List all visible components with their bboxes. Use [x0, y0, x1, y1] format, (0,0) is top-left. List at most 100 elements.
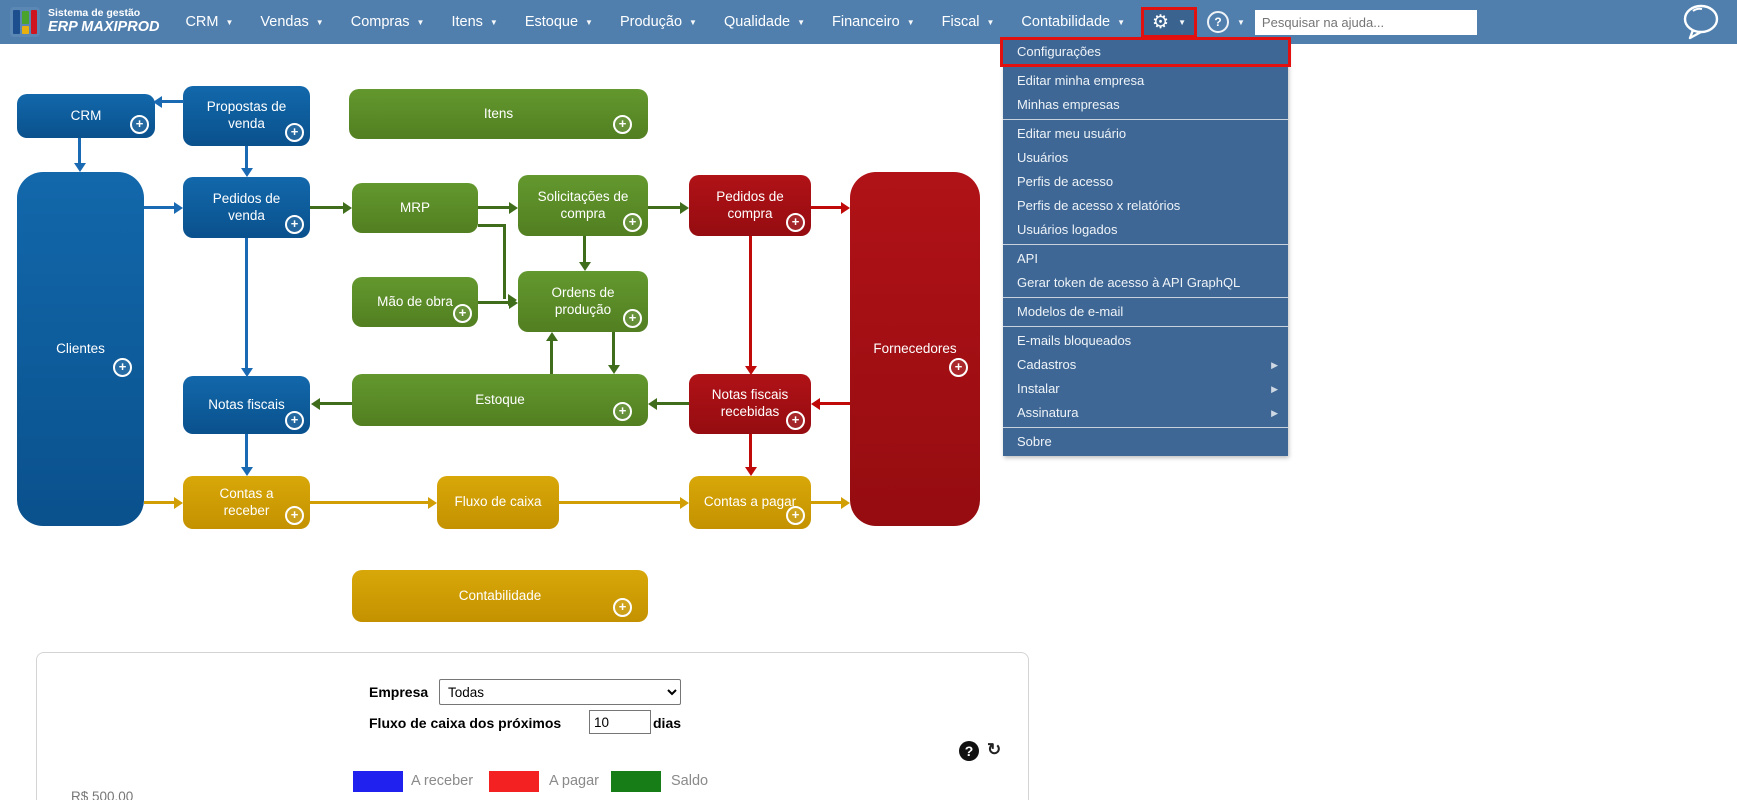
arrow-line	[811, 206, 842, 209]
menu-item-gerar-token-graphql[interactable]: Gerar token de acesso à API GraphQL	[1003, 271, 1288, 295]
node-propostas-venda[interactable]: Propostas de venda +	[183, 86, 310, 146]
node-contabilidade[interactable]: Contabilidade +	[352, 570, 648, 622]
plus-icon[interactable]: +	[285, 215, 304, 234]
plus-icon[interactable]: +	[949, 358, 968, 377]
empresa-label: Empresa	[369, 684, 429, 700]
fluxo-caixa-label: Fluxo de caixa dos próximos	[369, 715, 562, 731]
node-clientes[interactable]: Clientes +	[17, 172, 144, 526]
node-contas-pagar[interactable]: Contas a pagar +	[689, 476, 811, 529]
plus-icon[interactable]: +	[113, 358, 132, 377]
arrow-head-right	[509, 297, 518, 309]
node-notas-fiscais-recebidas[interactable]: Notas fiscais recebidas +	[689, 374, 811, 434]
menu-item-minhas-empresas[interactable]: Minhas empresas	[1003, 93, 1288, 117]
arrow-head-left	[811, 398, 820, 410]
nav-item-financeiro[interactable]: Financeiro ▼	[832, 14, 915, 30]
nav-item-fiscal[interactable]: Fiscal ▼	[942, 14, 995, 30]
menu-item-api[interactable]: API	[1003, 247, 1288, 271]
plus-icon[interactable]: +	[453, 304, 472, 323]
help-icon[interactable]: ?	[1207, 11, 1229, 33]
plus-icon[interactable]: +	[613, 598, 632, 617]
node-mao-obra[interactable]: Mão de obra +	[352, 277, 478, 327]
plus-icon[interactable]: +	[613, 115, 632, 134]
legend-label-receber: A receber	[411, 773, 474, 789]
nav-item-crm[interactable]: CRM ▼	[185, 14, 233, 30]
arrow-line	[144, 501, 175, 504]
nav-item-compras[interactable]: Compras ▼	[351, 14, 425, 30]
menu-item-usuarios-logados[interactable]: Usuários logados	[1003, 218, 1288, 242]
menu-item-modelos-email[interactable]: Modelos de e-mail	[1003, 300, 1288, 324]
dias-input[interactable]	[589, 710, 651, 734]
arrow-line	[820, 402, 850, 405]
arrow-head-right	[841, 497, 850, 509]
plus-icon[interactable]: +	[623, 213, 642, 232]
node-notas-fiscais[interactable]: Notas fiscais +	[183, 376, 310, 434]
chevron-down-icon[interactable]: ▼	[1178, 18, 1186, 27]
arrow-line	[749, 236, 752, 367]
arrow-head-down	[241, 368, 253, 377]
nav-item-qualidade[interactable]: Qualidade ▼	[724, 14, 805, 30]
plus-icon[interactable]: +	[623, 309, 642, 328]
node-solicitacoes-compra[interactable]: Solicitações de compra +	[518, 175, 648, 236]
menu-item-emails-bloqueados[interactable]: E-mails bloqueados	[1003, 329, 1288, 353]
node-fornecedores[interactable]: Fornecedores +	[850, 172, 980, 526]
plus-icon[interactable]: +	[285, 411, 304, 430]
menu-item-configuracoes-highlighted[interactable]: Configurações	[1000, 37, 1291, 67]
nav-item-producao[interactable]: Produção ▼	[620, 14, 697, 30]
arrow-line	[612, 332, 615, 366]
legend-label-saldo: Saldo	[671, 773, 709, 789]
arrow-head-down	[608, 365, 620, 374]
empresa-select[interactable]: Todas	[439, 679, 681, 705]
node-estoque[interactable]: Estoque +	[352, 374, 648, 426]
menu-item-assinatura[interactable]: Assinatura ▶	[1003, 401, 1288, 425]
arrow-head-down	[241, 168, 253, 177]
nav-item-contabilidade[interactable]: Contabilidade ▼	[1021, 14, 1125, 30]
node-ordens-producao[interactable]: Ordens de produção +	[518, 271, 648, 332]
chevron-down-icon[interactable]: ▼	[1237, 18, 1245, 27]
arrow-head-right	[174, 497, 183, 509]
gear-icon[interactable]: ⚙	[1152, 13, 1169, 32]
plus-icon[interactable]: +	[285, 123, 304, 142]
app-logo[interactable]: Sistema de gestão ERP MAXIPROD	[10, 7, 159, 37]
settings-dropdown-menu: Configurações Editar minha empresa Minha…	[1000, 37, 1291, 456]
menu-item-instalar[interactable]: Instalar ▶	[1003, 377, 1288, 401]
arrow-head-left	[648, 398, 657, 410]
menu-item-usuarios[interactable]: Usuários	[1003, 146, 1288, 170]
chevron-down-icon: ▼	[416, 17, 425, 27]
plus-icon[interactable]: +	[130, 115, 149, 134]
plus-icon[interactable]: +	[786, 411, 805, 430]
nav-item-estoque[interactable]: Estoque ▼	[525, 14, 593, 30]
node-pedidos-compra[interactable]: Pedidos de compra +	[689, 175, 811, 236]
search-input[interactable]	[1254, 9, 1477, 35]
chevron-down-icon: ▼	[797, 17, 805, 27]
arrow-line	[310, 206, 344, 209]
node-crm[interactable]: CRM +	[17, 94, 155, 138]
node-pedidos-venda[interactable]: Pedidos de venda +	[183, 177, 310, 238]
arrow-head-down	[745, 467, 757, 476]
menu-item-editar-meu-usuario[interactable]: Editar meu usuário	[1003, 122, 1288, 146]
node-itens[interactable]: Itens +	[349, 89, 648, 139]
nav-item-itens[interactable]: Itens ▼	[451, 14, 497, 30]
menu-item-cadastros[interactable]: Cadastros ▶	[1003, 353, 1288, 377]
node-fluxo-caixa[interactable]: Fluxo de caixa	[437, 476, 559, 529]
arrow-head-right	[680, 202, 689, 214]
arrow-head-right	[428, 497, 437, 509]
menu-item-editar-minha-empresa[interactable]: Editar minha empresa	[1003, 69, 1288, 93]
node-mrp[interactable]: MRP	[352, 183, 478, 233]
plus-icon[interactable]: +	[285, 506, 304, 525]
logo-title: ERP MAXIPROD	[48, 18, 160, 35]
arrow-line	[550, 341, 553, 374]
menu-item-perfis-de-acesso[interactable]: Perfis de acesso	[1003, 170, 1288, 194]
menu-item-perfis-acesso-relatorios[interactable]: Perfis de acesso x relatórios	[1003, 194, 1288, 218]
node-contas-receber[interactable]: Contas a receber +	[183, 476, 310, 529]
nav-item-vendas[interactable]: Vendas ▼	[260, 14, 323, 30]
panel-help-icon[interactable]: ?	[959, 741, 979, 761]
top-navbar: Sistema de gestão ERP MAXIPROD CRM ▼ Vend…	[0, 0, 1737, 44]
chat-bubble-icon[interactable]	[1679, 2, 1723, 42]
plus-icon[interactable]: +	[613, 402, 632, 421]
menu-item-sobre[interactable]: Sobre	[1003, 430, 1288, 454]
plus-icon[interactable]: +	[786, 506, 805, 525]
arrow-head-down	[241, 467, 253, 476]
refresh-icon[interactable]: ↻	[987, 740, 1001, 760]
plus-icon[interactable]: +	[786, 213, 805, 232]
settings-gear-highlighted[interactable]: ⚙ ▼	[1141, 6, 1197, 38]
